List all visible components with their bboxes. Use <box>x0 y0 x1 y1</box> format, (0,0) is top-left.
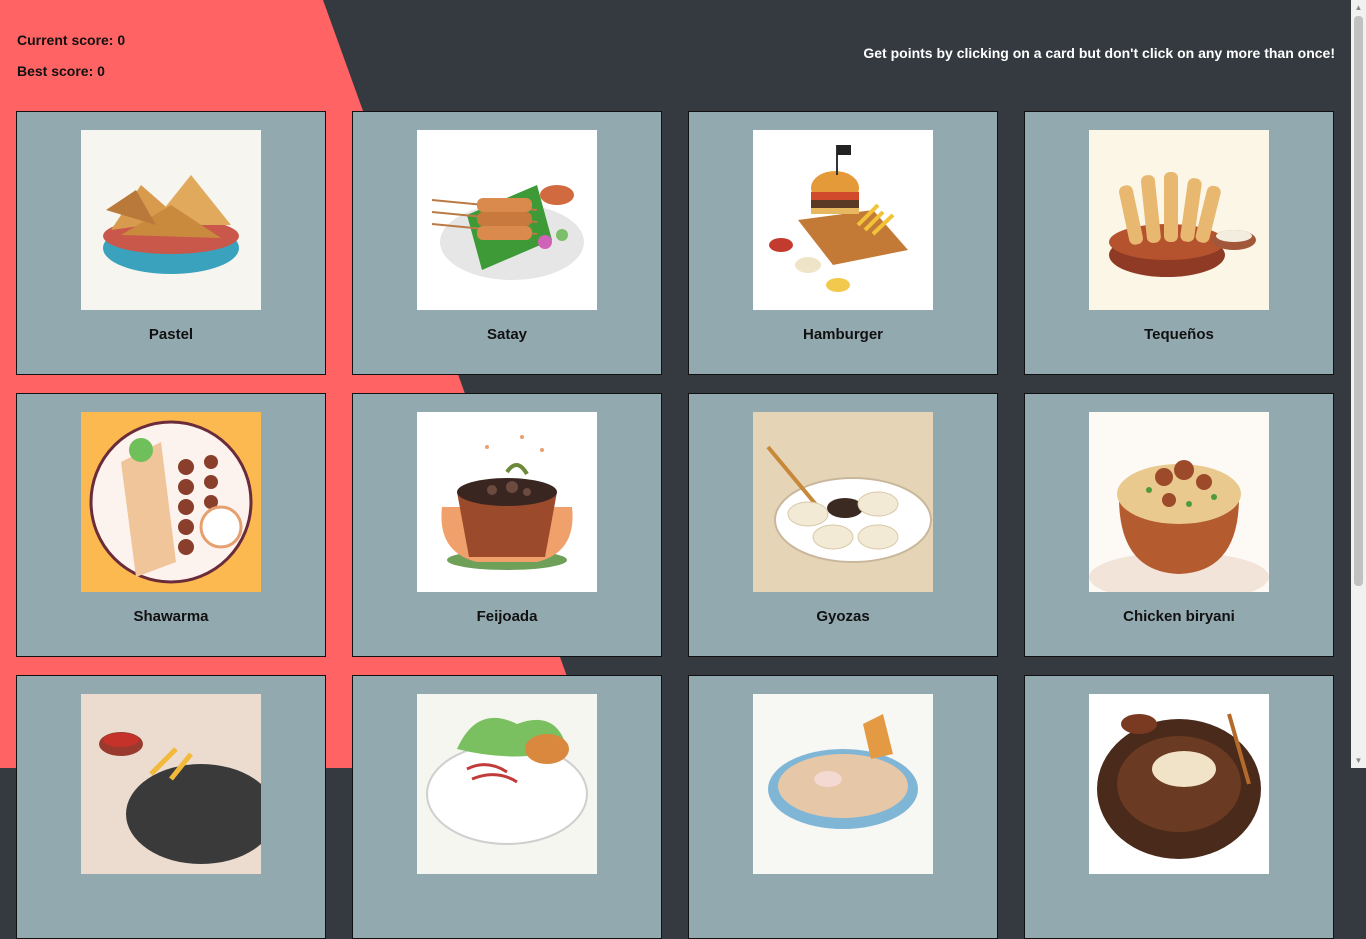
card-ramen[interactable] <box>688 675 998 939</box>
card-label: Chicken biryani <box>1123 608 1235 625</box>
card-label: Shawarma <box>133 608 209 625</box>
salad-image <box>417 694 597 874</box>
card-feijoada[interactable]: Feijoada <box>352 393 662 657</box>
feijoada-image <box>417 412 597 592</box>
card-label: Gyozas <box>816 608 870 625</box>
card-salad[interactable] <box>352 675 662 939</box>
card-label: Feijoada <box>476 608 538 625</box>
satay-image <box>417 130 597 310</box>
card-tequenos[interactable]: Tequeños <box>1024 111 1334 375</box>
hamburger-image <box>753 130 933 310</box>
card-label: Tequeños <box>1144 326 1214 343</box>
pastel-image <box>81 130 261 310</box>
card-gyozas[interactable]: Gyozas <box>688 393 998 657</box>
scroll-down-arrow-icon[interactable]: ▼ <box>1351 753 1366 768</box>
card-label: Satay <box>486 326 528 343</box>
card-label: Hamburger <box>802 326 884 343</box>
card-pastel[interactable]: Pastel <box>16 111 326 375</box>
current-score: Current score: 0 <box>17 32 126 48</box>
card-fries[interactable] <box>16 675 326 939</box>
scrollbar-thumb[interactable] <box>1354 16 1363 586</box>
game-instructions: Get points by clicking on a card but don… <box>863 45 1335 61</box>
card-hamburger[interactable]: Hamburger <box>688 111 998 375</box>
card-chicken-biryani[interactable]: Chicken biryani <box>1024 393 1334 657</box>
card-shawarma[interactable]: Shawarma <box>16 393 326 657</box>
stew-image <box>1089 694 1269 874</box>
card-grid: Pastel Satay Hamburger Tequeños Shawarma… <box>16 111 1334 939</box>
best-score: Best score: 0 <box>17 63 105 79</box>
shawarma-image <box>81 412 261 592</box>
card-satay[interactable]: Satay <box>352 111 662 375</box>
fries-image <box>81 694 261 874</box>
tequenos-image <box>1089 130 1269 310</box>
gyozas-image <box>753 412 933 592</box>
scroll-up-arrow-icon[interactable]: ▲ <box>1351 0 1366 15</box>
card-label: Pastel <box>148 326 194 343</box>
biryani-image <box>1089 412 1269 592</box>
vertical-scrollbar[interactable]: ▲ ▼ <box>1351 0 1366 768</box>
scoreboard: Current score: 0 Best score: 0 <box>17 31 125 93</box>
card-stew[interactable] <box>1024 675 1334 939</box>
ramen-image <box>753 694 933 874</box>
